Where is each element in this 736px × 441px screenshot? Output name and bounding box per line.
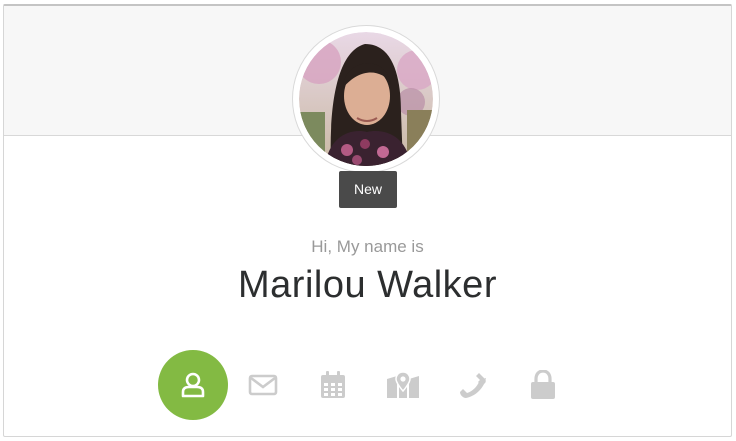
calendar-icon (321, 371, 345, 398)
user-name: Marilou Walker (238, 264, 497, 306)
tab-password[interactable] (508, 350, 578, 420)
tab-email[interactable] (228, 350, 298, 420)
profile-tabs (4, 350, 731, 420)
avatar-frame (292, 25, 440, 173)
greeting-text: Hi, My name is (311, 237, 424, 256)
new-badge: New (339, 171, 397, 208)
tab-phone[interactable] (438, 350, 508, 420)
tab-address[interactable] (368, 350, 438, 420)
map-icon (387, 371, 419, 398)
tab-birthday[interactable] (298, 350, 368, 420)
avatar (299, 32, 433, 166)
profile-card: New Hi, My name is Marilou Walker (3, 4, 732, 437)
user-icon (181, 372, 205, 398)
lock-icon (531, 370, 555, 399)
phone-icon (460, 373, 486, 398)
envelope-icon (248, 374, 278, 396)
tab-user[interactable] (158, 350, 228, 420)
